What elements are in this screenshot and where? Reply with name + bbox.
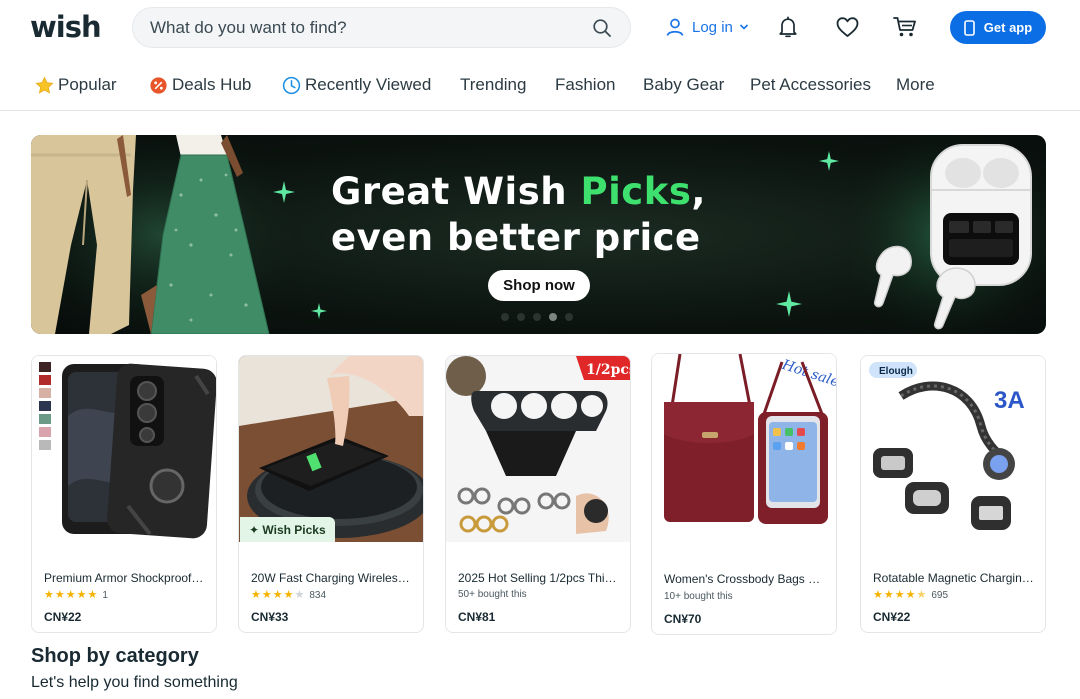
section-title: Shop by category — [31, 645, 199, 667]
nav-item-baby-gear[interactable]: Baby Gear — [643, 74, 724, 96]
cart-icon[interactable] — [892, 14, 918, 40]
deals-icon — [148, 75, 168, 95]
bought-count: 50+ bought this — [458, 589, 527, 600]
bell-icon[interactable] — [775, 14, 801, 40]
nav-item-deals-hub[interactable]: Deals Hub — [148, 74, 251, 96]
shop-now-button[interactable]: Shop now — [488, 270, 590, 301]
fashion-models-image — [31, 135, 291, 334]
product-rating: ★ ★ ★ ★ ★ 834 — [251, 588, 327, 601]
product-card[interactable]: Hot sales Women's Crossbody Bags Phone P… — [651, 353, 837, 635]
nav-item-trending[interactable]: Trending — [460, 74, 526, 96]
product-card[interactable]: ✦ Wish Picks 20W Fast Charging Wireless … — [238, 355, 424, 633]
product-card[interactable]: Elough 3A Rotatable Magnetic Charging Ca… — [860, 355, 1046, 633]
product-image-knuckle: 1/2pcs — [446, 356, 631, 542]
wish-picks-badge: ✦ Wish Picks — [240, 517, 335, 542]
phone-icon — [963, 19, 975, 36]
search-bar[interactable] — [132, 7, 631, 48]
product-name: Rotatable Magnetic Charging Cable — [873, 571, 1035, 585]
category-nav: Popular Deals Hub Recently Viewed Trendi… — [0, 56, 1080, 111]
carousel-dot[interactable] — [501, 313, 509, 321]
product-price: CN¥81 — [458, 610, 496, 624]
bought-count: 10+ bought this — [664, 591, 733, 602]
user-icon — [666, 18, 684, 36]
product-price: CN¥33 — [251, 610, 289, 624]
get-app-label: Get app — [983, 20, 1033, 35]
header: wish Log in — [0, 0, 1080, 56]
sparkle-icon — [819, 151, 839, 171]
amperage-label: 3A — [994, 387, 1025, 414]
section-subtitle: Let's help you find something — [31, 674, 238, 691]
corner-tag: Elough — [879, 366, 913, 377]
star-icon — [34, 75, 54, 95]
heart-icon[interactable] — [834, 14, 860, 40]
product-price: CN¥70 — [664, 612, 702, 626]
product-card[interactable]: 1/2pcs 2025 Hot Selling 1/2pcs Thick Knu… — [445, 355, 631, 633]
product-name: 2025 Hot Selling 1/2pcs Thick Knuckle — [458, 571, 620, 585]
login-button[interactable]: Log in — [665, 14, 756, 40]
wish-logo[interactable]: wish — [30, 10, 102, 44]
color-swatches — [39, 362, 51, 450]
nav-item-recently-viewed[interactable]: Recently Viewed — [281, 74, 431, 96]
promo-banner[interactable]: Great Wish Picks, even better price Shop… — [31, 135, 1046, 334]
carousel-dots — [501, 313, 573, 321]
nav-item-fashion[interactable]: Fashion — [555, 74, 615, 96]
search-icon[interactable] — [592, 18, 612, 38]
product-image-magnetic-cable: Elough 3A — [861, 356, 1045, 542]
sparkle-icon — [273, 181, 295, 203]
nav-item-popular[interactable]: Popular — [34, 74, 117, 96]
chevron-down-icon — [739, 24, 748, 30]
product-image-wireless-charger — [239, 356, 423, 542]
product-name: Premium Armor Shockproof Case — [44, 571, 206, 585]
corner-tag: 1/2pcs — [586, 362, 631, 378]
carousel-dot[interactable] — [565, 313, 573, 321]
search-input[interactable] — [150, 17, 570, 39]
product-image-phone-case — [32, 356, 216, 542]
product-card[interactable]: Premium Armor Shockproof Case ★ ★ ★ ★ ★ 1 CN… — [31, 355, 217, 633]
nav-item-more[interactable]: More — [896, 74, 935, 96]
product-price: CN¥22 — [44, 610, 82, 624]
product-image-crossbody-bag: Hot sales — [652, 354, 836, 540]
nav-item-pet-accessories[interactable]: Pet Accessories — [750, 74, 871, 96]
carousel-dot[interactable] — [549, 313, 557, 321]
product-rating: ★ ★ ★ ★ ★ 695 — [873, 588, 949, 601]
banner-headline: Great Wish Picks, even better price — [331, 170, 706, 259]
get-app-button[interactable]: Get app — [950, 11, 1046, 44]
earbuds-image — [851, 135, 1046, 334]
clock-icon — [281, 75, 301, 95]
login-label: Log in — [692, 18, 733, 36]
product-rating: ★ ★ ★ ★ ★ 1 — [44, 588, 108, 601]
sparkle-icon — [311, 303, 327, 319]
sparkle-icon — [776, 291, 802, 317]
product-name: 20W Fast Charging Wireless Charger — [251, 571, 413, 585]
product-name: Women's Crossbody Bags Phone Purse — [664, 572, 826, 586]
carousel-dot[interactable] — [533, 313, 541, 321]
carousel-dot[interactable] — [517, 313, 525, 321]
product-price: CN¥22 — [873, 610, 911, 624]
